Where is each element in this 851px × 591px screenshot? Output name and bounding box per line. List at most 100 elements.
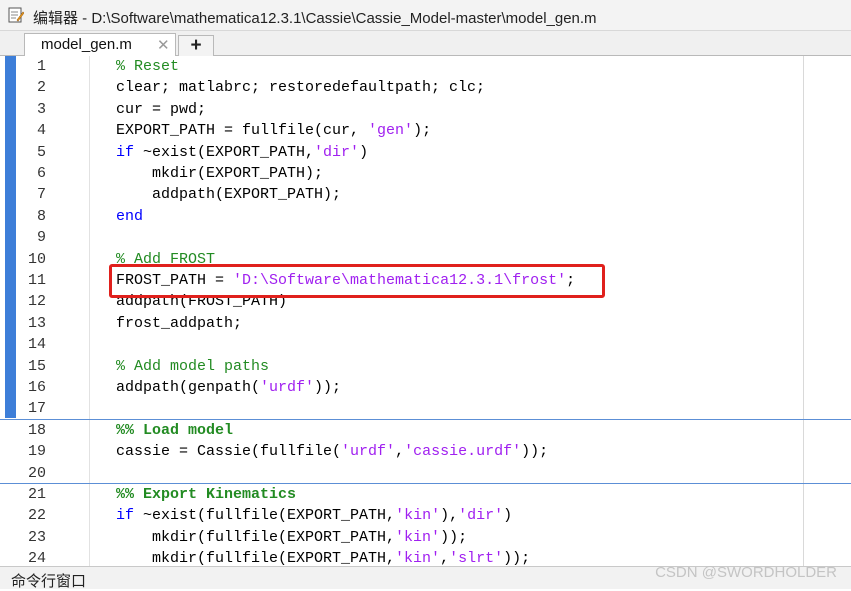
tab-label: model_gen.m bbox=[41, 36, 132, 53]
code-token: ) bbox=[503, 507, 513, 525]
line-number: 15 bbox=[27, 357, 46, 375]
code-text: cur = pwd; bbox=[116, 99, 206, 120]
highlight-annotation bbox=[109, 264, 605, 298]
line-number: 8 bbox=[36, 207, 46, 225]
code-line[interactable]: 7 addpath(EXPORT_PATH); bbox=[0, 184, 851, 205]
line-number: 22 bbox=[27, 507, 46, 525]
line-number: 19 bbox=[27, 443, 46, 461]
code-text: mkdir(fullfile(EXPORT_PATH,'kin')); bbox=[116, 527, 467, 548]
code-line[interactable]: 17 bbox=[0, 398, 851, 419]
code-text: cassie = Cassie(fullfile('urdf','cassie.… bbox=[116, 441, 548, 462]
code-text: EXPORT_PATH = fullfile(cur, 'gen'); bbox=[116, 120, 431, 141]
line-number: 12 bbox=[27, 293, 46, 311]
code-token: ), bbox=[440, 507, 459, 525]
line-number: 10 bbox=[27, 250, 46, 268]
code-token: 'kin' bbox=[395, 528, 441, 546]
code-line[interactable]: 3 cur = pwd; bbox=[0, 99, 851, 120]
code-line[interactable]: 21 %% Export Kinematics bbox=[0, 484, 851, 505]
code-token: , bbox=[395, 443, 405, 461]
code-token: clear; matlabrc; restoredefaultpath; clc… bbox=[116, 79, 486, 97]
code-token: %% Export Kinematics bbox=[116, 486, 297, 503]
line-number: 1 bbox=[36, 58, 46, 75]
line-number: 5 bbox=[36, 143, 46, 161]
code-token: mkdir(fullfile(EXPORT_PATH, bbox=[116, 550, 396, 566]
code-token: )); bbox=[314, 379, 342, 396]
code-token: 'dir' bbox=[458, 507, 504, 525]
code-token: 'dir' bbox=[314, 143, 360, 161]
editor-icon bbox=[8, 7, 24, 23]
code-text: if ~exist(fullfile(EXPORT_PATH,'kin'),'d… bbox=[116, 505, 512, 526]
add-tab-button[interactable]: + bbox=[178, 35, 214, 57]
line-number: 3 bbox=[36, 100, 46, 118]
code-line[interactable]: 6 mkdir(EXPORT_PATH); bbox=[0, 163, 851, 184]
code-token: addpath(EXPORT_PATH); bbox=[116, 186, 342, 204]
code-text: %% Export Kinematics bbox=[116, 484, 296, 505]
line-number: 7 bbox=[36, 186, 46, 204]
code-token: EXPORT_PATH = fullfile(cur, bbox=[116, 122, 369, 140]
tab-strip: model_gen.m ✕ + bbox=[0, 31, 851, 57]
line-number: 24 bbox=[27, 550, 46, 566]
line-number: 9 bbox=[36, 229, 46, 247]
line-number: 14 bbox=[27, 336, 46, 354]
code-token: 'urdf' bbox=[260, 379, 315, 396]
code-editor[interactable]: 1 % Reset 2 clear; matlabrc; restoredefault… bbox=[0, 56, 851, 566]
window-title: 编辑器 - D:\Software\mathematica12.3.1\Cass… bbox=[33, 10, 597, 27]
code-token: 'gen' bbox=[368, 122, 414, 140]
code-token: % Reset bbox=[116, 58, 180, 75]
code-text: mkdir(EXPORT_PATH); bbox=[116, 163, 323, 184]
code-line[interactable]: 18 %% Load model bbox=[0, 420, 851, 441]
line-number: 13 bbox=[27, 314, 46, 332]
code-text: mkdir(fullfile(EXPORT_PATH,'kin','slrt')… bbox=[116, 548, 530, 566]
watermark: CSDN @SWORDHOLDER bbox=[655, 564, 837, 581]
code-token: end bbox=[116, 207, 144, 225]
code-text: % Reset bbox=[116, 56, 179, 77]
code-text: end bbox=[116, 206, 143, 227]
line-number: 17 bbox=[27, 400, 46, 418]
code-line[interactable]: 23 mkdir(fullfile(EXPORT_PATH,'kin')); bbox=[0, 527, 851, 548]
code-token: if bbox=[116, 507, 135, 525]
code-line[interactable]: 4 EXPORT_PATH = fullfile(cur, 'gen'); bbox=[0, 120, 851, 141]
line-number: 20 bbox=[27, 464, 46, 482]
code-token: )); bbox=[521, 443, 549, 461]
code-token: )); bbox=[503, 550, 531, 566]
code-token: frost_addpath; bbox=[116, 314, 243, 332]
line-number: 11 bbox=[27, 272, 46, 289]
code-text: frost_addpath; bbox=[116, 313, 242, 334]
code-token: mkdir(fullfile(EXPORT_PATH, bbox=[116, 528, 396, 546]
code-line[interactable]: 9 bbox=[0, 227, 851, 248]
code-line[interactable]: 16 addpath(genpath('urdf')); bbox=[0, 377, 851, 398]
code-text: %% Load model bbox=[116, 420, 233, 441]
line-number: 4 bbox=[36, 122, 46, 140]
code-line[interactable]: 2 clear; matlabrc; restoredefaultpath; cl… bbox=[0, 77, 851, 98]
code-line[interactable]: 1 % Reset bbox=[0, 56, 851, 77]
code-line[interactable]: 20 bbox=[0, 463, 851, 484]
code-line[interactable]: 5 if ~exist(EXPORT_PATH,'dir') bbox=[0, 142, 851, 163]
code-token: ); bbox=[413, 122, 432, 140]
command-window-label: 命令行窗口 bbox=[11, 573, 87, 590]
code-text: % Add model paths bbox=[116, 356, 269, 377]
code-line[interactable]: 14 bbox=[0, 334, 851, 355]
title-bar: 编辑器 - D:\Software\mathematica12.3.1\Cass… bbox=[0, 0, 851, 31]
code-token: 'urdf' bbox=[341, 443, 396, 461]
code-token: )); bbox=[440, 528, 468, 546]
line-number: 6 bbox=[36, 165, 46, 182]
line-number: 23 bbox=[27, 528, 46, 546]
tab-close-icon[interactable]: ✕ bbox=[157, 36, 170, 54]
code-token: 'kin' bbox=[395, 550, 441, 566]
line-number: 18 bbox=[27, 421, 46, 439]
code-token: ~exist(fullfile(EXPORT_PATH, bbox=[134, 507, 396, 525]
code-token: ~exist(EXPORT_PATH, bbox=[134, 143, 315, 161]
code-line[interactable]: 8 end bbox=[0, 206, 851, 227]
line-number: 21 bbox=[27, 486, 46, 503]
code-token: cassie = Cassie(fullfile( bbox=[116, 443, 342, 461]
tab-model-gen[interactable]: model_gen.m ✕ bbox=[24, 33, 176, 57]
code-line[interactable]: 19 cassie = Cassie(fullfile('urdf','cassi… bbox=[0, 441, 851, 462]
line-number: 16 bbox=[27, 379, 46, 396]
code-text: addpath(genpath('urdf')); bbox=[116, 377, 341, 398]
code-token: mkdir(EXPORT_PATH); bbox=[116, 165, 324, 182]
code-line[interactable]: 22 if ~exist(fullfile(EXPORT_PATH,'kin'),… bbox=[0, 505, 851, 526]
code-line[interactable]: 15 % Add model paths bbox=[0, 356, 851, 377]
code-line[interactable]: 13 frost_addpath; bbox=[0, 313, 851, 334]
code-token: addpath(genpath( bbox=[116, 379, 261, 396]
code-text: addpath(EXPORT_PATH); bbox=[116, 184, 341, 205]
